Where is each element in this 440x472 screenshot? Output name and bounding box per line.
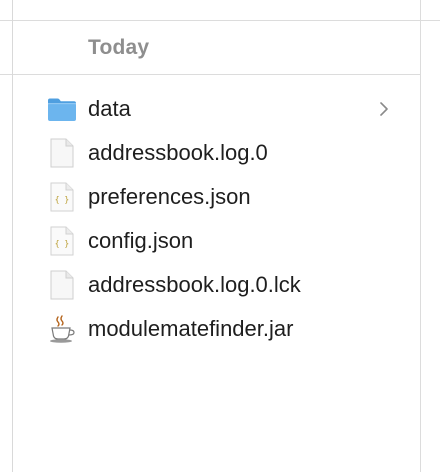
json-file-icon: { }	[47, 182, 77, 212]
json-file-icon: { }	[47, 226, 77, 256]
file-row-preferences-json[interactable]: { } preferences.json	[13, 176, 420, 220]
file-row-modulematefinder-jar[interactable]: modulematefinder.jar	[13, 308, 420, 352]
file-list: data addressbook.log.0 {} preferences.j…	[13, 88, 420, 352]
file-row-data[interactable]: data	[13, 88, 420, 132]
section-header-today: Today	[13, 21, 420, 75]
document-icon	[47, 270, 77, 300]
file-name: preferences.json	[88, 184, 251, 209]
folder-icon	[47, 94, 77, 124]
divider-stub	[0, 74, 12, 75]
file-row-addressbook-lck[interactable]: addressbook.log.0.lck	[13, 264, 420, 308]
file-name: addressbook.log.0.lck	[88, 272, 301, 297]
chevron-right-icon[interactable]	[377, 100, 391, 118]
document-icon	[47, 138, 77, 168]
svg-text:{ }: { }	[55, 195, 69, 204]
svg-text:{ }: { }	[55, 239, 69, 248]
file-row-config-json[interactable]: { } config.json	[13, 220, 420, 264]
finder-window: Today data addressbook.log.0 {} prefere…	[0, 0, 440, 472]
file-name: config.json	[88, 228, 194, 253]
file-name: modulematefinder.jar	[88, 316, 294, 341]
file-name: addressbook.log.0	[88, 140, 268, 165]
column-edge	[420, 0, 421, 472]
section-title: Today	[88, 36, 150, 59]
file-row-addressbook-log[interactable]: addressbook.log.0	[13, 132, 420, 176]
java-cup-icon	[47, 314, 77, 344]
file-name: data	[88, 96, 131, 121]
